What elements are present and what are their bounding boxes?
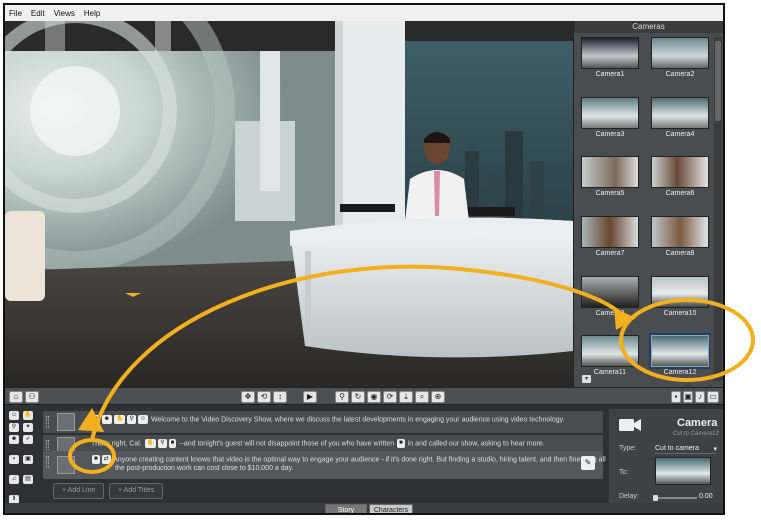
- highlight-circle-camera12: [619, 298, 755, 382]
- highlight-circle-camera-chip: [68, 438, 116, 474]
- annotation-overlay: [68, 264, 755, 474]
- annotation-arrow: [90, 264, 627, 441]
